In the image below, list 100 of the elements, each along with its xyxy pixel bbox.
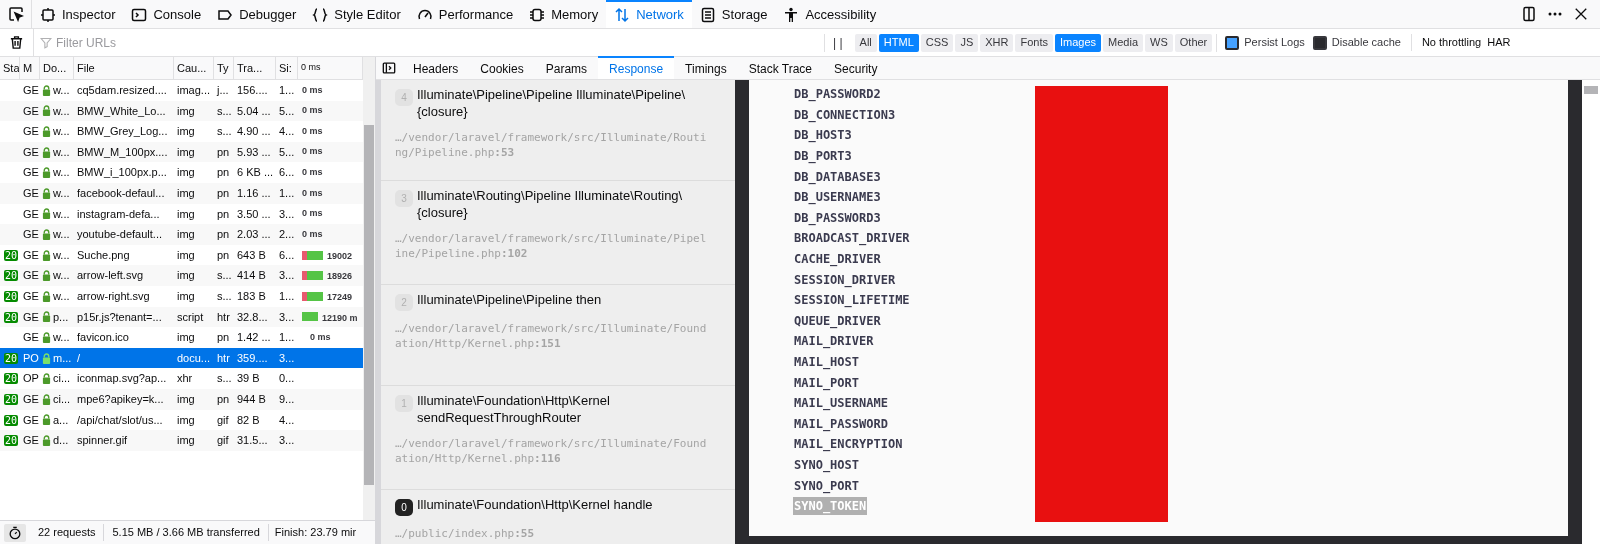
person-icon	[783, 7, 800, 23]
table-cell-text: 6...	[278, 165, 296, 181]
request-row[interactable]: GE w... youtube-default... img pn 2.03 ... 2... 0 ms	[0, 224, 363, 245]
table-cell-text: BMW_M_100px....	[76, 144, 169, 160]
tool-tab[interactable]: Console	[123, 0, 210, 28]
table-cell-text: m...	[53, 350, 72, 366]
table-cell-text: 4.90 ...	[236, 124, 272, 140]
detail-tab[interactable]: Stack Trace	[737, 56, 824, 79]
frame-title: Illuminate\Pipeline\Pipeline Illuminate\Pipeline\{closure}	[417, 86, 687, 120]
filter-type-button[interactable]: Fonts	[1015, 33, 1053, 52]
frame-title: Illuminate\Pipeline\Pipeline then	[417, 291, 603, 308]
braces-icon	[312, 7, 329, 23]
scrollbar-thumb[interactable]	[364, 125, 374, 485]
table-cell-text: spinner.gif	[76, 433, 129, 449]
table-cell-text: docu...	[176, 350, 212, 366]
lock-icon	[42, 270, 51, 282]
tool-tab[interactable]: Network	[606, 0, 692, 28]
request-row[interactable]: 20 GE d... spinner.gif img gif 31.5... 3...	[0, 430, 363, 451]
table-cell-text: pn	[216, 206, 231, 222]
filter-type-button[interactable]: HTML	[878, 33, 919, 52]
table-cell-text: 414 B	[236, 268, 267, 284]
filter-type-button[interactable]: All	[854, 33, 877, 52]
table-cell-text: w...	[53, 186, 70, 201]
table-cell-text: 183 B	[236, 289, 267, 304]
table-cell-text: imag...	[176, 83, 211, 99]
lock-icon	[42, 228, 51, 240]
lock-icon	[42, 249, 51, 261]
status-badge: 20	[4, 352, 19, 364]
request-row[interactable]: 20 GE p... p15r.js?tenant=... script htr 32.8... 3... 12190 m	[0, 306, 363, 328]
table-cell-text: w...	[53, 330, 70, 346]
request-row[interactable]: 20 GE w... arrow-left.svg img s... 414 B 3... 18926	[0, 265, 363, 286]
detail-tab[interactable]: Headers	[402, 56, 470, 79]
request-row[interactable]: 20 GE ci... mpe6?apikey=k... img pn 944 B 9...	[0, 388, 363, 410]
tool-tab[interactable]: Performance	[408, 0, 522, 28]
tool-tab[interactable]: Debugger	[209, 0, 305, 28]
timing-label: 0 ms	[302, 104, 323, 118]
throttling-select[interactable]: No throttling	[1410, 34, 1482, 51]
checkbox-label[interactable]: Disable cache	[1331, 34, 1401, 51]
request-row[interactable]: 20 PO m... / docu... htr 359.... 3...	[0, 347, 363, 369]
pause-button[interactable]: | |	[824, 33, 851, 52]
column-header[interactable]: Tra...	[234, 57, 276, 79]
column-header[interactable]: File	[74, 57, 174, 79]
status-badge: 20	[4, 414, 19, 426]
filter-type-button[interactable]: CSS	[920, 33, 954, 52]
table-cell-text: /api/chat/slot/us...	[76, 412, 164, 428]
detail-tab[interactable]: Security	[823, 56, 889, 79]
table-cell-text: GE	[22, 433, 40, 449]
tool-tab[interactable]: Memory	[521, 0, 607, 28]
tool-tab[interactable]: Style Editor	[304, 0, 409, 28]
request-row[interactable]: GE w... BMW_White_Lo... img s... 5.04 ... 5... 0 ms	[0, 100, 363, 122]
request-row[interactable]: GE w... BMW_M_100px.... img pn 5.93 ... 5... 0 ms	[0, 141, 363, 163]
table-cell-text: BMW_i_100px.p...	[76, 165, 168, 181]
lock-icon	[42, 373, 51, 385]
tool-tab[interactable]: Inspector	[32, 0, 124, 28]
column-header[interactable]: Cau...	[174, 57, 214, 79]
env-key: DB_DATABASE3	[793, 167, 882, 186]
filter-type-button[interactable]: WS	[1145, 33, 1173, 52]
table-cell-text: GE	[22, 186, 40, 201]
filter-type-button[interactable]: Media	[1103, 33, 1144, 52]
column-header[interactable]: Si:	[276, 57, 298, 79]
frame-path: …/vendor/laravel/framework/src/Illuminate/Foundation/Http/Kernel.php:116	[395, 436, 708, 466]
table-cell-text: img	[176, 247, 196, 263]
filter-type-button[interactable]: Images	[1055, 33, 1102, 52]
detail-tab[interactable]: Response	[598, 56, 675, 79]
env-key: BROADCAST_DRIVER	[793, 229, 911, 248]
table-cell-text: /	[76, 350, 82, 366]
filter-type-button[interactable]: XHR	[980, 33, 1014, 52]
status-badge: 20	[4, 393, 19, 405]
stopwatch-icon[interactable]	[4, 523, 26, 542]
filter-type-button[interactable]: Other	[1174, 33, 1213, 52]
transfer-summary: 5.15 MB / 3.66 MB transferred	[104, 524, 269, 541]
filter-type-button[interactable]: JS	[955, 33, 979, 52]
table-cell-text: 82 B	[236, 412, 261, 428]
timing-label: 12190 m	[322, 311, 358, 325]
tool-tab[interactable]: Accessibility	[775, 0, 885, 28]
column-header[interactable]: Sta	[0, 57, 20, 79]
detail-tab[interactable]: Cookies	[469, 56, 535, 79]
detail-tab[interactable]: Params	[534, 56, 599, 79]
checkbox[interactable]	[1312, 35, 1327, 50]
frame-title: Illuminate\Foundation\Http\Kernel sendRequestThroughRouter	[417, 392, 611, 426]
table-cell-text: facebook-defaul...	[76, 186, 166, 201]
table-cell-text: 0...	[278, 371, 296, 387]
timing-label: 0 ms	[302, 83, 323, 97]
checkbox[interactable]	[1225, 35, 1240, 50]
checkbox-label[interactable]: Persist Logs	[1244, 34, 1305, 51]
column-header[interactable]: Do...	[40, 57, 74, 79]
filter-field[interactable]: Filter URLs	[56, 33, 824, 52]
table-cell-text: a...	[53, 412, 69, 428]
har-select[interactable]: HAR	[1487, 34, 1511, 51]
request-row[interactable]: GE w... facebook-defaul... img pn 1.16 ... 1... 0 ms	[0, 182, 363, 204]
tool-tab[interactable]: Storage	[691, 0, 776, 28]
status-badge: 20	[4, 435, 19, 447]
table-cell-text: 3...	[278, 309, 296, 325]
column-header[interactable]: Ty	[214, 57, 234, 79]
scrollbar-thumb[interactable]	[1584, 86, 1598, 94]
column-header[interactable]: M	[20, 57, 40, 79]
detail-tab[interactable]: Timings	[674, 56, 738, 79]
table-cell-text: 5.04 ...	[236, 103, 272, 119]
table-cell-text: img	[176, 330, 196, 346]
table-cell-text: w...	[53, 289, 70, 304]
